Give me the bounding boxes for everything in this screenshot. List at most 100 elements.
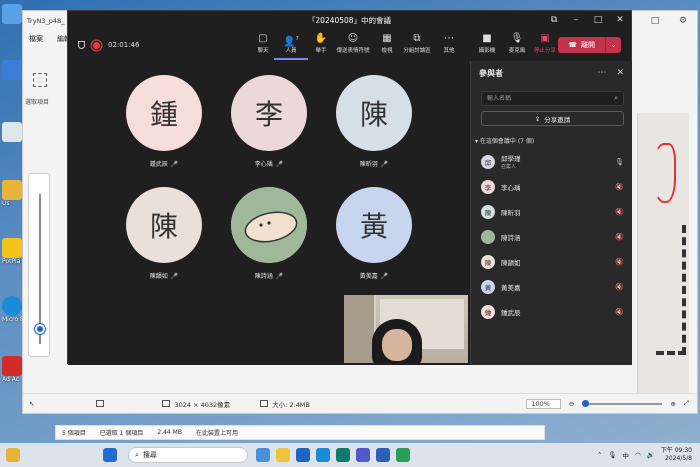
- tile-name: 陳昕羽: [359, 161, 378, 168]
- participant-tile[interactable]: 黃 黃美嘉 🎤: [334, 187, 414, 287]
- search-icon[interactable]: ⌕: [614, 94, 618, 103]
- minimize-icon[interactable]: –: [565, 11, 587, 29]
- participant-row[interactable]: 陳詩涵 🔇: [471, 224, 632, 249]
- close-panel-icon[interactable]: ✕: [616, 68, 624, 78]
- wifi-icon[interactable]: ◠: [635, 451, 641, 459]
- desktop-icon-app[interactable]: [2, 60, 22, 80]
- tile-name: 陳韻如: [149, 273, 168, 280]
- taskbar-search[interactable]: ⌕ 搜尋: [128, 447, 248, 463]
- zoom-bar-thumb[interactable]: [582, 399, 590, 407]
- mail-icon[interactable]: [296, 448, 310, 462]
- avatar: 陳: [481, 254, 495, 269]
- zoom-bar[interactable]: [582, 399, 663, 407]
- more-button[interactable]: ⋯ 其他: [432, 32, 466, 60]
- participant-tile[interactable]: 鍾 鍾武辰 🎤: [124, 75, 204, 175]
- more-options-icon[interactable]: ⋯: [597, 68, 606, 78]
- participant-row[interactable]: 陳 陳韻如 🔇: [471, 249, 632, 274]
- tile-name: 鍾武辰: [149, 161, 168, 168]
- settings-icon[interactable]: ⚙: [669, 16, 697, 26]
- microphone-icon[interactable]: 🎙: [608, 451, 616, 459]
- desktop-icon-potplayer[interactable]: PotPla: [2, 238, 22, 265]
- participant-search-input[interactable]: [487, 95, 615, 102]
- participant-tile[interactable]: 李 李心瑀 🎤: [229, 75, 309, 175]
- photos-icon[interactable]: [396, 448, 410, 462]
- participant-tile[interactable]: 陳 陳韻如 🎤: [124, 187, 204, 287]
- people-button[interactable]: 👤7 人員: [274, 32, 308, 60]
- zoom-slider[interactable]: [28, 173, 50, 357]
- select-tool-icon[interactable]: [33, 73, 47, 87]
- zoom-thumb[interactable]: [35, 324, 45, 334]
- zoom-select[interactable]: 100%: [526, 398, 561, 409]
- desktop-icon-acrobat[interactable]: Ad Ac: [2, 356, 22, 383]
- pointer-icon[interactable]: ↖: [29, 400, 34, 408]
- teams-icon[interactable]: [356, 448, 370, 462]
- participant-row[interactable]: 鍾 鍾武辰 🔇: [471, 299, 632, 324]
- mic-off-icon: 🎤: [275, 273, 284, 280]
- mic-muted-icon: 🔇: [615, 307, 624, 316]
- maximize-icon[interactable]: □: [641, 16, 669, 26]
- avatar: 鍾: [481, 304, 495, 319]
- desktop-icon-edge[interactable]: Micro Edg: [2, 296, 22, 323]
- desktop-icon-recycle[interactable]: [2, 122, 22, 142]
- maximize-icon[interactable]: □: [587, 11, 609, 29]
- close-icon[interactable]: ✕: [609, 11, 631, 29]
- avatar: 陳: [336, 75, 412, 151]
- participant-row[interactable]: 黃 黃美嘉 🔇: [471, 274, 632, 299]
- leave-button[interactable]: ☎ 離開: [558, 37, 605, 53]
- participant-tile[interactable]: 陳 陳昕羽 🎤: [334, 75, 414, 175]
- panel-title: 參與者: [479, 68, 503, 78]
- self-video-preview[interactable]: [344, 295, 468, 363]
- start-icon[interactable]: [103, 448, 117, 462]
- participant-name: 邱學瑾: [501, 155, 521, 163]
- participant-tile[interactable]: 陳詩涵 🎤: [229, 187, 309, 287]
- fit-icon[interactable]: ⤢: [684, 399, 689, 408]
- weather-icon[interactable]: [6, 448, 20, 462]
- word-icon[interactable]: [376, 448, 390, 462]
- camera-icon: ■: [482, 33, 492, 44]
- chevron-up-icon[interactable]: ⌃: [597, 451, 602, 459]
- zoom-out-icon[interactable]: ⊖: [569, 400, 574, 408]
- participant-name: 陳詩涵: [501, 233, 521, 242]
- meeting-title: 「20240508」中的會議: [307, 15, 392, 25]
- tile-name: 李心瑀: [254, 161, 273, 168]
- item-count: 5 個項目: [62, 430, 86, 437]
- file-explorer-icon[interactable]: [276, 448, 290, 462]
- desktop-icon-computer[interactable]: [2, 4, 22, 24]
- mic-muted-icon: 🔇: [615, 232, 624, 241]
- camera-button[interactable]: ■ 攝影機: [470, 32, 504, 60]
- task-view-icon[interactable]: [256, 448, 270, 462]
- emoji-button[interactable]: ☺ 傳送表情符號: [336, 32, 370, 60]
- section-header[interactable]: ▾ 在這個會議中 (7 個): [475, 136, 632, 145]
- leave-button-group: ☎ 離開 ⌄: [558, 37, 621, 53]
- clock[interactable]: 下午 09:30 2024/5/8: [661, 447, 692, 463]
- view-button[interactable]: ▦ 檢視: [370, 32, 404, 60]
- language-indicator[interactable]: 中: [623, 450, 630, 460]
- participant-row[interactable]: 李 李心瑀 🔇: [471, 174, 632, 199]
- breakout-button[interactable]: ⧉ 分組討論區: [400, 32, 434, 60]
- zoom-in-icon[interactable]: ⊕: [670, 400, 675, 408]
- avatar-photo: [231, 187, 307, 263]
- meeting-toolbar: 02:01:46 ▢ 聊天 👤7 人員 ✋ 舉手 ☺ 傳送表情符號 ▦ 檢視 ⧉ 分組討論區…: [68, 29, 631, 61]
- dimensions-info: 3024 × 4032像素: [162, 399, 230, 409]
- taskbar-search-label: 搜尋: [142, 451, 157, 459]
- menu-file[interactable]: 檔案: [29, 34, 43, 44]
- shield-icon: [78, 41, 85, 49]
- mic-off-icon: 🎤: [380, 161, 389, 168]
- avatar: 李: [231, 75, 307, 151]
- volume-icon[interactable]: 🔊: [647, 451, 655, 459]
- desktop-icon-folder[interactable]: Us: [2, 180, 22, 207]
- mic-muted-icon: 🔇: [615, 257, 624, 266]
- participant-row[interactable]: 邱 邱學瑾 召集人 🎙: [471, 149, 632, 174]
- stop-share-button[interactable]: ▣ 停止分享: [528, 32, 562, 60]
- chevron-down-icon[interactable]: ⌄: [605, 37, 621, 53]
- store-icon[interactable]: [336, 448, 350, 462]
- pip-icon[interactable]: ⧉: [543, 11, 565, 29]
- zoom-track: [39, 194, 41, 344]
- participant-row[interactable]: 陳 陳昕羽 🔇: [471, 199, 632, 224]
- share-invite-button[interactable]: ⇪ 分享邀請: [481, 111, 624, 126]
- edge-icon[interactable]: [316, 448, 330, 462]
- participant-name: 黃美嘉: [501, 283, 521, 292]
- crop-icon[interactable]: [96, 400, 105, 407]
- mic-off-icon: 🎤: [170, 161, 179, 168]
- raise-hand-button[interactable]: ✋ 舉手: [304, 32, 338, 60]
